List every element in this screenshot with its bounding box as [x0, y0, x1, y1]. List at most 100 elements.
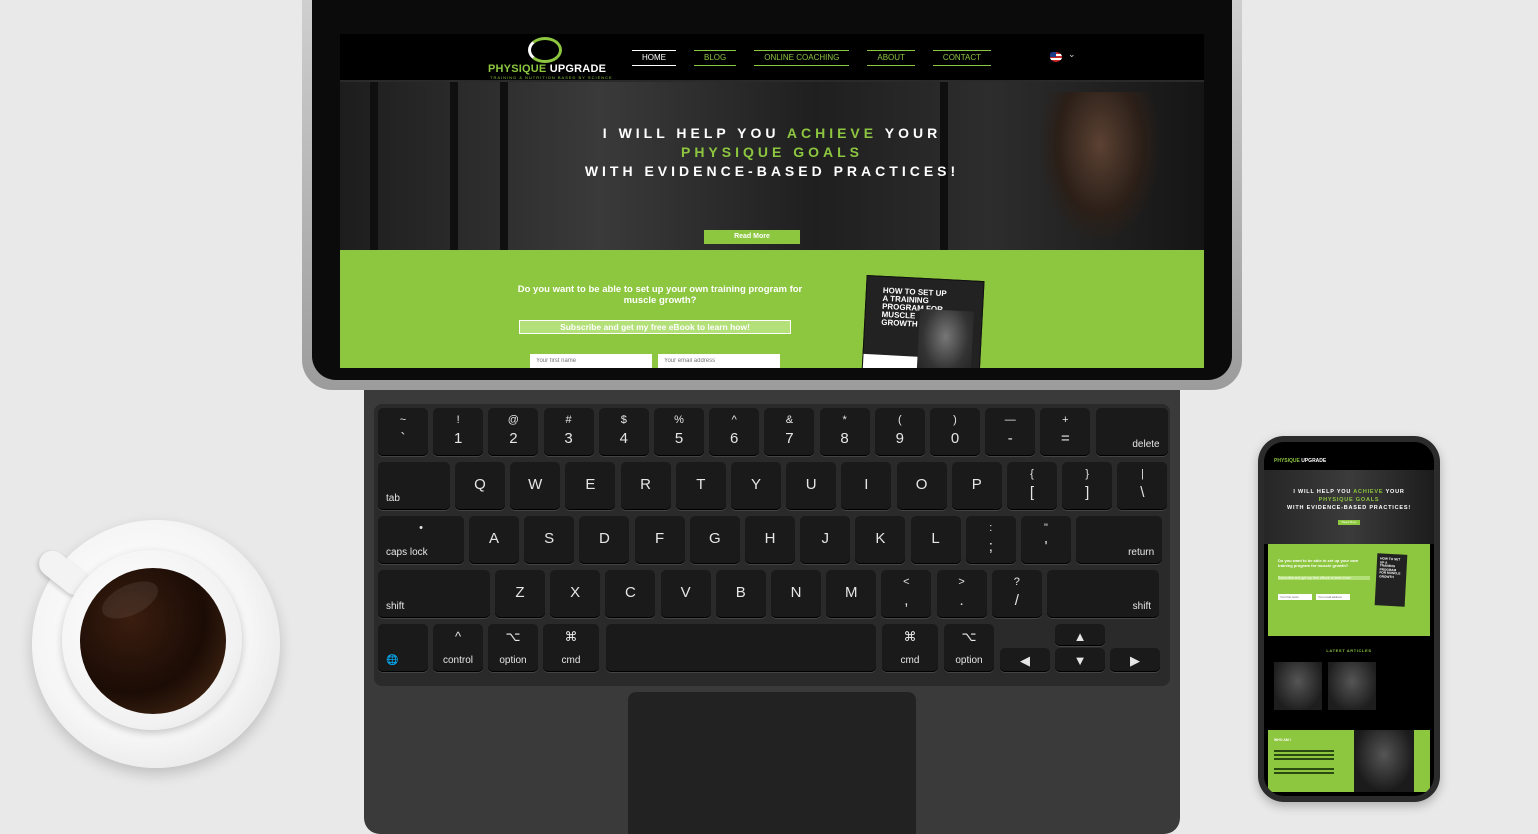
menu-contact[interactable]: CONTACT	[932, 50, 991, 66]
key-x[interactable]: X	[550, 570, 601, 618]
key-`[interactable]: ~ `	[378, 408, 428, 456]
key-punct[interactable]: " '	[1021, 516, 1071, 564]
key-punct[interactable]: ? /	[991, 570, 1042, 618]
phone-device: PHYSIQUE UPGRADE I WILL HELP YOU ACHIEVE…	[1258, 436, 1440, 802]
key-legend: 6	[730, 430, 739, 447]
key-i[interactable]: I	[841, 462, 892, 510]
key-legend: ⌘	[564, 629, 578, 644]
caps-lock-key[interactable]: • caps lock	[378, 516, 464, 564]
key-w[interactable]: W	[510, 462, 561, 510]
email-input[interactable]	[658, 354, 780, 368]
left-option-key[interactable]: ⌥ option	[488, 624, 538, 672]
site-logo[interactable]: PHYSIQUE UPGRADE TRAINING & NUTRITION BA…	[488, 37, 628, 81]
key-u[interactable]: U	[786, 462, 837, 510]
space-bar[interactable]	[606, 624, 876, 672]
key-legend: |	[1140, 468, 1144, 480]
chevron-down-icon[interactable]: ⌄	[1068, 49, 1076, 60]
key-n[interactable]: N	[771, 570, 821, 618]
delete-key[interactable]: delete	[1095, 408, 1168, 456]
read-more-button[interactable]: Read More	[704, 230, 800, 244]
menu-online-coaching[interactable]: ONLINE COACHING	[754, 50, 850, 66]
control-key[interactable]: ^ control	[433, 624, 483, 672]
key--[interactable]: — -	[985, 408, 1036, 456]
key-punct[interactable]: <,	[881, 570, 932, 618]
key-legend: ⌥	[505, 629, 521, 644]
menu-about[interactable]: ABOUT	[867, 50, 915, 66]
key-e[interactable]: E	[565, 462, 616, 510]
key-2[interactable]: @2	[488, 408, 539, 456]
key-d[interactable]: D	[579, 516, 630, 564]
key-o[interactable]: O	[896, 462, 947, 510]
key-m[interactable]: M	[826, 570, 877, 618]
key-3[interactable]: #3	[543, 408, 594, 456]
logo-wordmark: PHYSIQUE UPGRADE	[488, 63, 607, 75]
return-key[interactable]: return	[1076, 516, 1163, 564]
key-y[interactable]: Y	[731, 462, 781, 510]
phone-optin-section: Do you want to be able to set up your ow…	[1268, 544, 1430, 636]
key-punct[interactable]: :;	[965, 516, 1016, 564]
globe-key[interactable]: 🌐	[378, 624, 428, 672]
key-c[interactable]: C	[605, 570, 656, 618]
key-bracket[interactable]: }]	[1062, 462, 1113, 510]
phone-first-name-input[interactable]: Your first name	[1278, 594, 1312, 600]
key-j[interactable]: J	[800, 516, 851, 564]
key-z[interactable]: Z	[495, 570, 545, 618]
key-q[interactable]: Q	[455, 462, 505, 510]
key-legend: 2	[509, 430, 518, 447]
key-r[interactable]: R	[620, 462, 671, 510]
key-a[interactable]: A	[469, 516, 519, 564]
us-flag-icon[interactable]	[1050, 52, 1062, 62]
first-name-input[interactable]	[530, 354, 652, 368]
phone-email-input[interactable]: Your email address	[1316, 594, 1350, 600]
key-punct[interactable]: >.	[936, 570, 987, 618]
menu-home[interactable]: HOME	[632, 50, 676, 66]
key-t[interactable]: T	[675, 462, 726, 510]
key-1[interactable]: ! 1	[433, 408, 484, 456]
key-8[interactable]: * 8	[819, 408, 870, 456]
right-cmd-key[interactable]: ⌘ cmd	[882, 624, 938, 672]
down-arrow-key[interactable]: ▼	[1055, 648, 1105, 672]
tablet-bezel: PHYSIQUE UPGRADE TRAINING & NUTRITION BA…	[312, 0, 1232, 380]
key-legend: }	[1085, 468, 1090, 480]
key-4[interactable]: $4	[598, 408, 649, 456]
key-h[interactable]: H	[745, 516, 795, 564]
key-f[interactable]: F	[634, 516, 685, 564]
key-legend: )	[953, 414, 957, 426]
key-5[interactable]: % 5	[654, 408, 704, 456]
phone-read-more-button[interactable]: Read More	[1338, 520, 1360, 525]
key-bracket[interactable]: {[	[1007, 462, 1057, 510]
key-v[interactable]: V	[660, 570, 711, 618]
key-6[interactable]: ^ 6	[709, 408, 760, 456]
phone-logo[interactable]: PHYSIQUE UPGRADE	[1274, 458, 1326, 464]
key-7[interactable]: & 7	[764, 408, 815, 456]
key-legend: option	[955, 655, 983, 666]
key-b[interactable]: B	[715, 570, 766, 618]
text-line	[1274, 750, 1334, 752]
article-card[interactable]	[1328, 662, 1376, 710]
menu-blog[interactable]: BLOG	[694, 50, 737, 66]
trackpad[interactable]	[628, 692, 916, 834]
key-0[interactable]: ) 0	[930, 408, 980, 456]
phone-optin-question: Do you want to be able to set up your ow…	[1278, 558, 1359, 568]
right-shift-key[interactable]: shift	[1047, 570, 1159, 618]
key-p[interactable]: P	[951, 462, 1002, 510]
ebook-cover: HOW TO SET UP A TRAINING PROGRAM FOR MUS…	[861, 274, 985, 368]
key-l[interactable]: L	[910, 516, 961, 564]
left-arrow-key[interactable]: ◀	[1000, 648, 1050, 672]
article-card[interactable]	[1274, 662, 1322, 710]
key-legend: F	[655, 530, 665, 547]
left-shift-key[interactable]: shift	[378, 570, 490, 618]
tab-key[interactable]: tab	[378, 462, 450, 510]
key-=[interactable]: + =	[1040, 408, 1091, 456]
key-bracket[interactable]: | \	[1117, 462, 1168, 510]
key-legend: X	[570, 584, 581, 601]
up-arrow-key[interactable]: ▲	[1055, 624, 1105, 646]
right-arrow-key[interactable]: ▶	[1110, 648, 1160, 672]
key-legend: tab	[386, 493, 400, 504]
key-s[interactable]: S	[524, 516, 575, 564]
left-cmd-key[interactable]: ⌘ cmd	[543, 624, 599, 672]
key-9[interactable]: (9	[874, 408, 925, 456]
key-k[interactable]: K	[855, 516, 906, 564]
right-option-key[interactable]: ⌥ option	[944, 624, 994, 672]
key-g[interactable]: G	[689, 516, 740, 564]
